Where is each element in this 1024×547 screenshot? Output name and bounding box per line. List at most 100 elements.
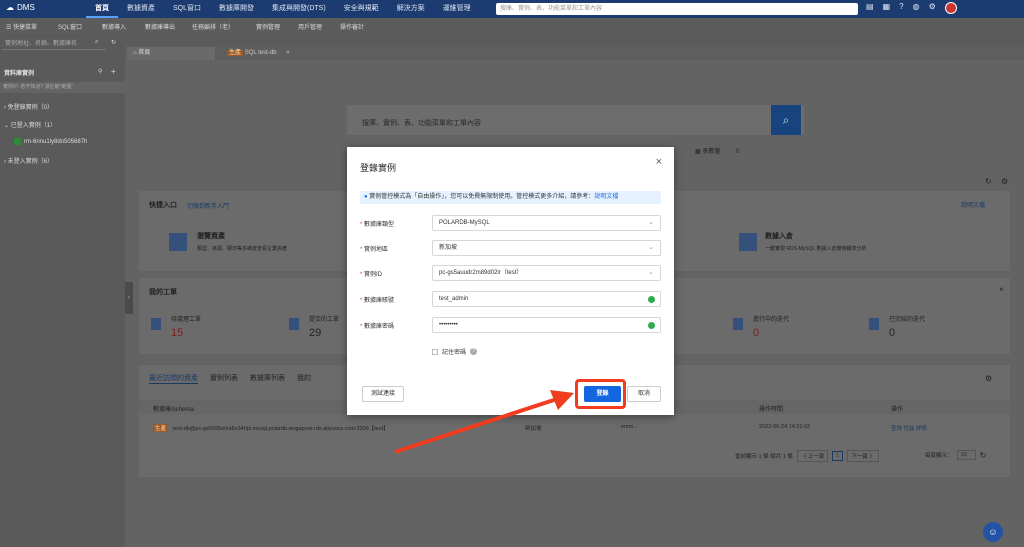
close-icon[interactable]: ×	[999, 285, 1004, 294]
quick-entry-title: 快捷入口	[149, 202, 177, 209]
tree-item-instance[interactable]: rm-6nnu1ly8dn505687h	[14, 138, 87, 145]
menu-solutions[interactable]: 解決方案	[388, 0, 434, 18]
menu-ops[interactable]: 運維管理	[434, 0, 480, 18]
settings-icon[interactable]: ⚙	[985, 374, 992, 383]
browse-assets-title[interactable]: 瀏覽資產	[197, 231, 225, 241]
region-select[interactable]: 新加坡 ⌄	[432, 240, 661, 256]
filter-icon[interactable]: ⚲	[98, 68, 102, 75]
dms-logo[interactable]: ☁ DMS	[6, 3, 35, 12]
submitted-tickets-count: 29	[309, 327, 322, 339]
shortcut-data-import[interactable]: 數據導入	[102, 22, 126, 31]
pager-summary: 當前顯示 1 條 總共 1 條	[735, 454, 793, 460]
check-icon	[648, 322, 655, 329]
shortcut-sql-window[interactable]: SQL窗口	[58, 22, 82, 31]
menu-data-assets[interactable]: 數據資產	[118, 0, 164, 18]
add-icon[interactable]: +	[111, 67, 116, 76]
doc-link[interactable]: 說明文檔	[594, 194, 618, 200]
tab-db-list[interactable]: 數據庫列表	[250, 373, 285, 384]
instance-search-input[interactable]: 實例地址、名稱、數據庫名	[2, 38, 106, 50]
my-tickets-title: 我的工單	[149, 289, 177, 296]
shortcut-instance-mgmt[interactable]: 實例管理	[256, 22, 280, 31]
table-count: ▦ 表數量 0	[695, 149, 740, 155]
shortcut-task-orchestration[interactable]: 任務編排（老）	[192, 22, 234, 31]
tab-instance-list[interactable]: 實例列表	[210, 373, 238, 384]
ongoing-iteration-label[interactable]: 進行中的迭代	[753, 314, 789, 323]
pending-ticket-icon	[151, 318, 161, 330]
search-icon[interactable]: ⌕	[95, 39, 98, 46]
pagination: 當前顯示 1 條 總共 1 條 〈 上一頁 1 下一頁 〉	[735, 450, 879, 462]
chevron-down-icon: ⌄	[648, 219, 654, 226]
menu-security[interactable]: 安全與規範	[335, 0, 388, 18]
next-page-button[interactable]: 下一頁 〉	[847, 450, 879, 462]
schema-name[interactable]: test-db@pc-gs5095orks6n340pl.mysql.polar…	[173, 424, 389, 432]
per-page-select[interactable]: 10	[956, 450, 976, 460]
remember-password: 記住密碼 ?	[432, 347, 478, 356]
instance-id-row: * 實例ID pc-gs5auudr2m89d02lr（test） ⌄	[360, 265, 661, 281]
menu-db-dev[interactable]: 數據庫開發	[210, 0, 263, 18]
shortcut-menu-toggle[interactable]: ☰ 快捷菜單	[6, 22, 37, 31]
chevron-down-icon: ⌄	[648, 244, 654, 251]
finished-iteration-label[interactable]: 已完結的迭代	[889, 314, 925, 323]
collapse-sidebar-handle[interactable]: ‹	[125, 282, 133, 314]
remember-checkbox[interactable]	[432, 348, 438, 355]
doc-icon[interactable]: ▦	[883, 2, 891, 14]
row-ops[interactable]: 查詢 性能 詳情	[891, 424, 927, 432]
prev-page-button[interactable]: 〈 上一頁	[796, 450, 829, 462]
chat-bubble-button[interactable]: ☺	[983, 522, 1003, 542]
db-account-row: * 數據庫賬號 test_admin	[360, 291, 661, 307]
close-icon[interactable]: ×	[656, 156, 662, 168]
tab-recent-assets[interactable]: 最近訪問的資產	[149, 373, 198, 384]
shortcut-db-export[interactable]: 數據庫導出	[145, 22, 175, 31]
refresh-icon[interactable]: ↻	[980, 451, 987, 460]
hero-search-button[interactable]: ⌕	[771, 105, 801, 135]
tab-home[interactable]: ⌂ 首頁	[127, 47, 215, 60]
db-account-input[interactable]: test_admin	[432, 291, 661, 307]
settings-icon[interactable]: ⚙	[1001, 177, 1008, 186]
shortcut-audit[interactable]: 操作審計	[340, 22, 364, 31]
globe-icon[interactable]: ◍	[913, 2, 920, 14]
annotation-arrow	[394, 390, 574, 454]
ticket-icon[interactable]: ▤	[866, 2, 874, 14]
submitted-tickets-label[interactable]: 提交的工單	[309, 314, 339, 323]
warehouse-title[interactable]: 數據入倉	[765, 231, 793, 241]
refresh-icon[interactable]: ↻	[985, 177, 992, 186]
refresh-icon[interactable]: ↻	[111, 39, 116, 46]
dialog-title: 登錄實例	[360, 163, 397, 173]
chat-icon: ☺	[988, 527, 998, 537]
settings-icon[interactable]: ⚙	[929, 2, 936, 14]
help-icon[interactable]: ?	[899, 2, 903, 14]
warehouse-icon	[739, 233, 757, 251]
hero-search-input[interactable]: 搜庫、實例、表、功能菜單和工單內容	[347, 105, 804, 135]
menu-home[interactable]: 首頁	[86, 0, 118, 18]
info-banner: ● 實例管控模式為「自由操作」，您可以免費無限制使用。管控模式更多介紹，請參考：…	[360, 191, 661, 204]
tree-group-not-logged[interactable]: › 未登入實例（6）	[4, 156, 53, 165]
tab-sql-test-db[interactable]: 生產 SQL test-db ×	[221, 47, 321, 60]
polardb-icon	[14, 138, 21, 145]
prod-badge: 生產	[227, 50, 244, 56]
tree-group-logged-in[interactable]: ⌄ 已登入實例（1）	[4, 120, 56, 129]
db-password-input[interactable]: •••••••••	[432, 317, 661, 333]
pending-tickets-label[interactable]: 待處理工單	[171, 314, 201, 323]
tab-mine[interactable]: 我的	[297, 373, 311, 384]
help-icon[interactable]: ?	[470, 348, 478, 355]
avatar[interactable]	[944, 2, 957, 14]
cancel-button[interactable]: 取消	[627, 386, 661, 402]
cloud-logo-icon: ☁	[6, 3, 14, 12]
close-tab-icon[interactable]: ×	[286, 50, 290, 56]
global-search-input[interactable]: 搜庫、實例、表、功能菜單和工單內容	[496, 3, 858, 15]
db-password-row: * 數據庫密碼 •••••••••	[360, 317, 661, 333]
region-row: * 實例地區 新加坡 ⌄	[360, 240, 661, 256]
ongoing-iteration-count: 0	[753, 327, 760, 339]
switch-to-beginner-link[interactable]: 切換到新手入門	[187, 201, 229, 210]
page-1-button[interactable]: 1	[832, 451, 844, 461]
doc-link[interactable]: 說明文檔	[961, 200, 985, 209]
submitted-ticket-icon	[289, 318, 299, 330]
instance-id-select[interactable]: pc-gs5auudr2m89d02lr（test） ⌄	[432, 265, 661, 281]
login-instance-dialog: 登錄實例 × ● 實例管控模式為「自由操作」，您可以免費無限制使用。管控模式更多…	[347, 147, 674, 415]
shortcut-user-mgmt[interactable]: 用戶管理	[298, 22, 322, 31]
finished-iteration-count: 0	[889, 327, 896, 339]
menu-sql-window[interactable]: SQL窗口	[164, 0, 210, 18]
menu-dts[interactable]: 集成與開發(DTS)	[263, 0, 335, 18]
tree-group-free-login[interactable]: › 免登錄實例（0）	[4, 102, 53, 111]
db-type-select[interactable]: POLARDB-MySQL ⌄	[432, 215, 661, 231]
